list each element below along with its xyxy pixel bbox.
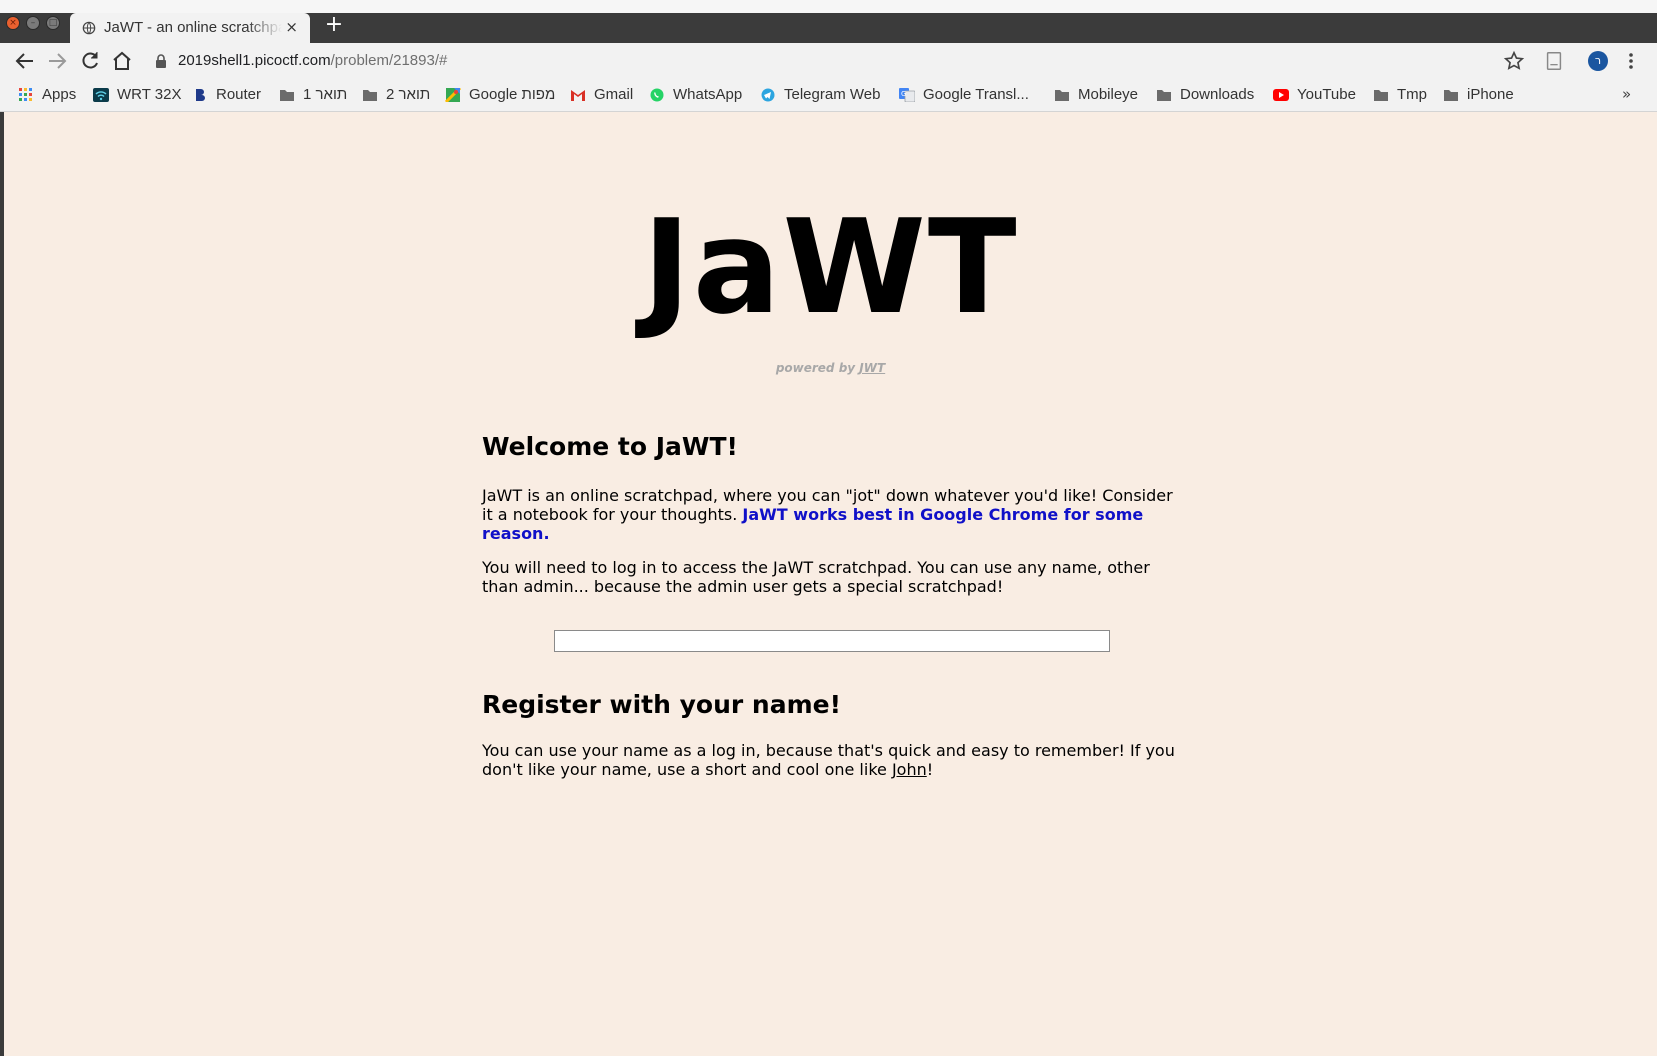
wifi-icon: [93, 88, 109, 102]
maps-icon: [445, 88, 461, 102]
name-login-input[interactable]: [554, 630, 1110, 652]
browser-toolbar: 2019shell1.picoctf.com/problem/21893/# ר: [0, 43, 1657, 79]
bookmarks-overflow-button[interactable]: »: [1622, 85, 1631, 103]
tab-title: JaWT - an online scratchpad: [104, 19, 282, 36]
reading-mode-button[interactable]: [1543, 50, 1565, 72]
back-button[interactable]: [13, 49, 37, 73]
site-logo: JaWT: [642, 191, 1019, 343]
url-host: 2019shell1.picoctf.com: [178, 52, 331, 69]
forward-button[interactable]: [45, 49, 69, 73]
bookmark-label: Mobileye: [1078, 86, 1139, 103]
apps-grid-icon: [19, 88, 32, 101]
reload-button[interactable]: [78, 49, 102, 73]
page-icon: [1546, 52, 1562, 70]
folder-icon: [1374, 90, 1388, 101]
bookmark-label: WhatsApp: [673, 86, 743, 103]
gmail-icon: [571, 90, 585, 101]
address-bar[interactable]: 2019shell1.picoctf.com/problem/21893/#: [145, 47, 1525, 75]
arrow-left-icon: [15, 53, 33, 69]
folder-icon: [280, 90, 294, 101]
page-viewport: JaWT powered by JWT Welcome to JaWT! JaW…: [0, 112, 1657, 1056]
bookmark-label: Tmp: [1397, 86, 1427, 103]
bookmark-label: Router: [216, 86, 262, 103]
bookmark-star-button[interactable]: [1503, 50, 1525, 72]
bookmark-label: WRT 32X: [117, 86, 182, 103]
more-vert-icon: [1629, 53, 1633, 69]
register-text-end: !: [926, 760, 934, 779]
whatsapp-icon: [650, 88, 664, 102]
window-titlebar: × – □ JaWT - an online scratchpad × +: [0, 0, 1657, 43]
bookmark-label: YouTube: [1297, 86, 1356, 103]
bookmark-label: תואר 2: [386, 86, 431, 103]
welcome-heading: Welcome to JaWT!: [482, 432, 738, 461]
profile-avatar[interactable]: ר: [1588, 51, 1608, 71]
register-text: You can use your name as a log in, becau…: [482, 741, 1175, 779]
bookmarks-bar: Apps WRT 32X Router תואר 1 תואר 2 Google…: [0, 79, 1657, 112]
url-text[interactable]: 2019shell1.picoctf.com/problem/21893/#: [178, 52, 447, 69]
browser-tab-active[interactable]: JaWT - an online scratchpad ×: [70, 13, 310, 43]
router-icon: [196, 89, 205, 101]
svg-text:G: G: [901, 90, 906, 98]
telegram-icon: [761, 88, 775, 102]
bookmark-label: תואר 1: [303, 86, 348, 103]
reload-icon: [82, 52, 98, 69]
tab-close-icon[interactable]: ×: [285, 18, 298, 36]
window-close-button[interactable]: ×: [6, 16, 20, 30]
new-tab-button[interactable]: +: [321, 13, 347, 39]
bookmark-label: Google Transl...: [923, 86, 1029, 103]
home-icon: [113, 51, 131, 70]
powered-by-jwt-link[interactable]: JWT: [859, 361, 885, 375]
powered-by-prefix: powered by: [775, 361, 860, 375]
window-maximize-button[interactable]: □: [46, 16, 60, 30]
window-minimize-button[interactable]: –: [26, 16, 40, 30]
folder-icon: [363, 90, 377, 101]
bookmark-label: Apps: [42, 86, 77, 103]
bookmark-label: Google מפות: [469, 86, 556, 103]
translate-icon: G: [899, 88, 915, 102]
folder-icon: [1055, 90, 1069, 101]
register-paragraph: You can use your name as a log in, becau…: [482, 741, 1182, 779]
folder-icon: [1157, 90, 1171, 101]
url-path: /problem/21893/#: [330, 52, 448, 69]
bookmark-label: iPhone: [1467, 86, 1514, 103]
register-heading: Register with your name!: [482, 690, 841, 719]
globe-icon: [82, 21, 96, 35]
arrow-right-icon: [49, 53, 67, 69]
john-link[interactable]: John: [892, 760, 927, 779]
bookmark-label: Telegram Web: [784, 86, 881, 103]
bookmark-label: Downloads: [1180, 86, 1255, 103]
login-paragraph: You will need to log in to access the Ja…: [482, 558, 1150, 596]
lock-icon[interactable]: [155, 54, 167, 68]
youtube-icon: [1273, 89, 1289, 101]
powered-by-text: powered by JWT: [4, 361, 1657, 375]
intro-paragraph: JaWT is an online scratchpad, where you …: [482, 486, 1182, 543]
star-icon: [1503, 50, 1525, 70]
folder-icon: [1444, 90, 1458, 101]
bookmark-label: Gmail: [594, 86, 634, 103]
home-button[interactable]: [110, 49, 134, 73]
browser-menu-button[interactable]: [1624, 49, 1638, 73]
